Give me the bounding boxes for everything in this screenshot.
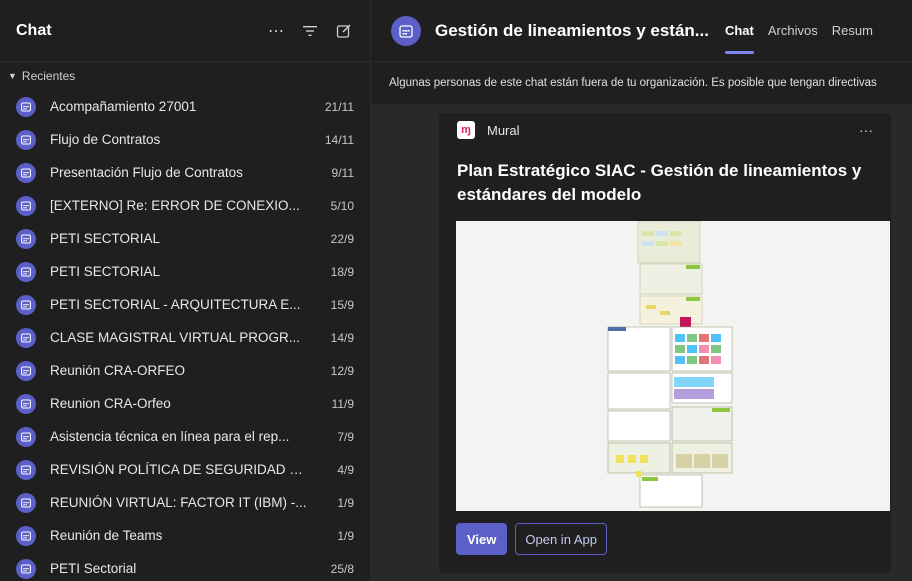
meeting-chat-icon xyxy=(16,426,36,447)
chat-list-item[interactable]: Acompañamiento 27001 21/11 xyxy=(0,90,370,123)
meeting-chat-icon xyxy=(391,15,421,46)
external-notice: Algunas personas de este chat están fuer… xyxy=(371,62,912,104)
card-title: Plan Estratégico SIAC - Gestión de linea… xyxy=(457,161,862,204)
sidebar-header: Chat ⋯ xyxy=(0,0,370,62)
more-icon[interactable]: ⋯ xyxy=(266,21,286,41)
card-actions: View Open in App xyxy=(456,523,607,555)
chat-list-item[interactable]: PETI Sectorial 25/8 xyxy=(0,552,370,581)
chat-name: Asistencia técnica en línea para el rep.… xyxy=(50,429,290,444)
chat-date: 7/9 xyxy=(337,429,354,444)
chat-date: 14/11 xyxy=(324,132,354,147)
chat-header: Gestión de lineamientos y están... Chat … xyxy=(371,0,912,62)
chat-name: Reunión de Teams xyxy=(50,528,163,543)
section-label: Recientes xyxy=(21,69,76,83)
tab-archivos[interactable]: Archivos xyxy=(768,17,818,44)
chat-list-item[interactable]: REVISIÓN POLÍTICA DE SEGURIDAD D... 4/9 xyxy=(0,453,370,486)
chat-date: 25/8 xyxy=(330,561,354,576)
chat-date: 14/9 xyxy=(330,330,354,345)
tab-resumen[interactable]: Resum xyxy=(832,17,873,44)
chat-name: REVISIÓN POLÍTICA DE SEGURIDAD D... xyxy=(50,462,310,477)
meeting-chat-icon xyxy=(16,525,36,546)
card-more-icon[interactable]: ··· xyxy=(859,122,873,138)
meeting-chat-icon xyxy=(16,558,36,579)
mural-board-preview[interactable] xyxy=(456,220,890,511)
chat-date: 4/9 xyxy=(337,462,354,477)
meeting-chat-icon xyxy=(16,393,36,414)
chat-date: 21/11 xyxy=(324,99,354,114)
meeting-chat-icon xyxy=(16,96,36,117)
compose-icon[interactable] xyxy=(334,23,354,39)
chat-list: Acompañamiento 27001 21/11 Flujo de Contra… xyxy=(0,90,370,581)
chat-list-item[interactable]: PETI SECTORIAL - ARQUITECTURA E... 15/9 xyxy=(0,288,370,321)
chat-name: Flujo de Contratos xyxy=(50,132,161,147)
chat-name: PETI SECTORIAL xyxy=(50,231,161,246)
chat-date: 1/9 xyxy=(337,495,354,510)
meeting-chat-icon xyxy=(16,162,36,183)
chat-topic[interactable]: Gestión de lineamientos y están... xyxy=(435,21,709,41)
mural-board-thumbnail xyxy=(456,220,890,511)
open-in-app-button[interactable]: Open in App xyxy=(515,523,607,555)
chat-name: Reunión CRA-ORFEO xyxy=(50,363,186,378)
recent-section-toggle[interactable]: ▼ Recientes xyxy=(0,62,370,90)
teams-window: Chat ⋯ ▼ Recientes Acompañamiento 27001 2… xyxy=(0,0,912,581)
chat-date: 18/9 xyxy=(330,264,354,279)
chat-name: Presentación Flujo de Contratos xyxy=(50,165,243,180)
meeting-chat-icon xyxy=(16,459,36,480)
meeting-chat-icon xyxy=(16,129,36,150)
chat-list-item[interactable]: [EXTERNO] Re: ERROR DE CONEXIO... 5/10 xyxy=(0,189,370,222)
filter-icon[interactable] xyxy=(300,25,320,37)
mural-logo-icon: ɱ xyxy=(457,121,475,139)
chat-list-item[interactable]: Reunión de Teams 1/9 xyxy=(0,519,370,552)
mural-card: ɱ Mural ··· Plan Estratégico SIAC - Gest… xyxy=(439,113,891,573)
tab-chat[interactable]: Chat xyxy=(724,17,754,54)
sidebar-title: Chat xyxy=(16,21,52,39)
chat-name: PETI Sectorial xyxy=(50,561,137,576)
chat-name: PETI SECTORIAL - ARQUITECTURA E... xyxy=(50,297,301,312)
card-header: ɱ Mural ··· xyxy=(439,113,891,147)
chat-date: 1/9 xyxy=(337,528,354,543)
chat-list-item[interactable]: Presentación Flujo de Contratos 9/11 xyxy=(0,156,370,189)
chat-list-item[interactable]: Reunión CRA-ORFEO 12/9 xyxy=(0,354,370,387)
sidebar-actions: ⋯ xyxy=(266,21,354,41)
chat-date: 22/9 xyxy=(330,231,354,246)
chat-date: 12/9 xyxy=(330,363,354,378)
chat-sidebar: Chat ⋯ ▼ Recientes Acompañamiento 27001 2… xyxy=(0,0,371,581)
meeting-chat-icon xyxy=(16,228,36,249)
meeting-chat-icon xyxy=(16,492,36,513)
chat-name: Reunion CRA-Orfeo xyxy=(50,396,171,411)
chat-list-item[interactable]: Flujo de Contratos 14/11 xyxy=(0,123,370,156)
meeting-chat-icon xyxy=(16,195,36,216)
chat-date: 9/11 xyxy=(331,165,354,180)
meeting-chat-icon xyxy=(16,261,36,282)
chat-name: CLASE MAGISTRAL VIRTUAL PROGR... xyxy=(50,330,301,345)
chat-date: 5/10 xyxy=(330,198,354,213)
chat-name: PETI SECTORIAL xyxy=(50,264,161,279)
meeting-chat-icon xyxy=(16,360,36,381)
chat-list-item[interactable]: Asistencia técnica en línea para el rep.… xyxy=(0,420,370,453)
chat-list-item[interactable]: CLASE MAGISTRAL VIRTUAL PROGR... 14/9 xyxy=(0,321,370,354)
chat-date: 15/9 xyxy=(330,297,354,312)
chat-pane: Gestión de lineamientos y están... Chat … xyxy=(371,0,912,581)
meeting-chat-icon xyxy=(16,294,36,315)
chat-list-item[interactable]: PETI SECTORIAL 18/9 xyxy=(0,255,370,288)
chat-name: [EXTERNO] Re: ERROR DE CONEXIO... xyxy=(50,198,300,213)
chat-list-item[interactable]: Reunion CRA-Orfeo 11/9 xyxy=(0,387,370,420)
chat-list-item[interactable]: REUNIÓN VIRTUAL: FACTOR IT (IBM) -... 1/9 xyxy=(0,486,370,519)
caret-down-icon: ▼ xyxy=(8,71,17,81)
view-button[interactable]: View xyxy=(456,523,508,555)
chat-name: Acompañamiento 27001 xyxy=(50,99,197,114)
chat-list-item[interactable]: PETI SECTORIAL 22/9 xyxy=(0,222,370,255)
chat-tabs: Chat Archivos Resum xyxy=(724,17,873,54)
chat-name: REUNIÓN VIRTUAL: FACTOR IT (IBM) -... xyxy=(50,495,307,510)
chat-date: 11/9 xyxy=(331,396,354,411)
meeting-chat-icon xyxy=(16,327,36,348)
card-app-name: Mural xyxy=(487,122,520,138)
